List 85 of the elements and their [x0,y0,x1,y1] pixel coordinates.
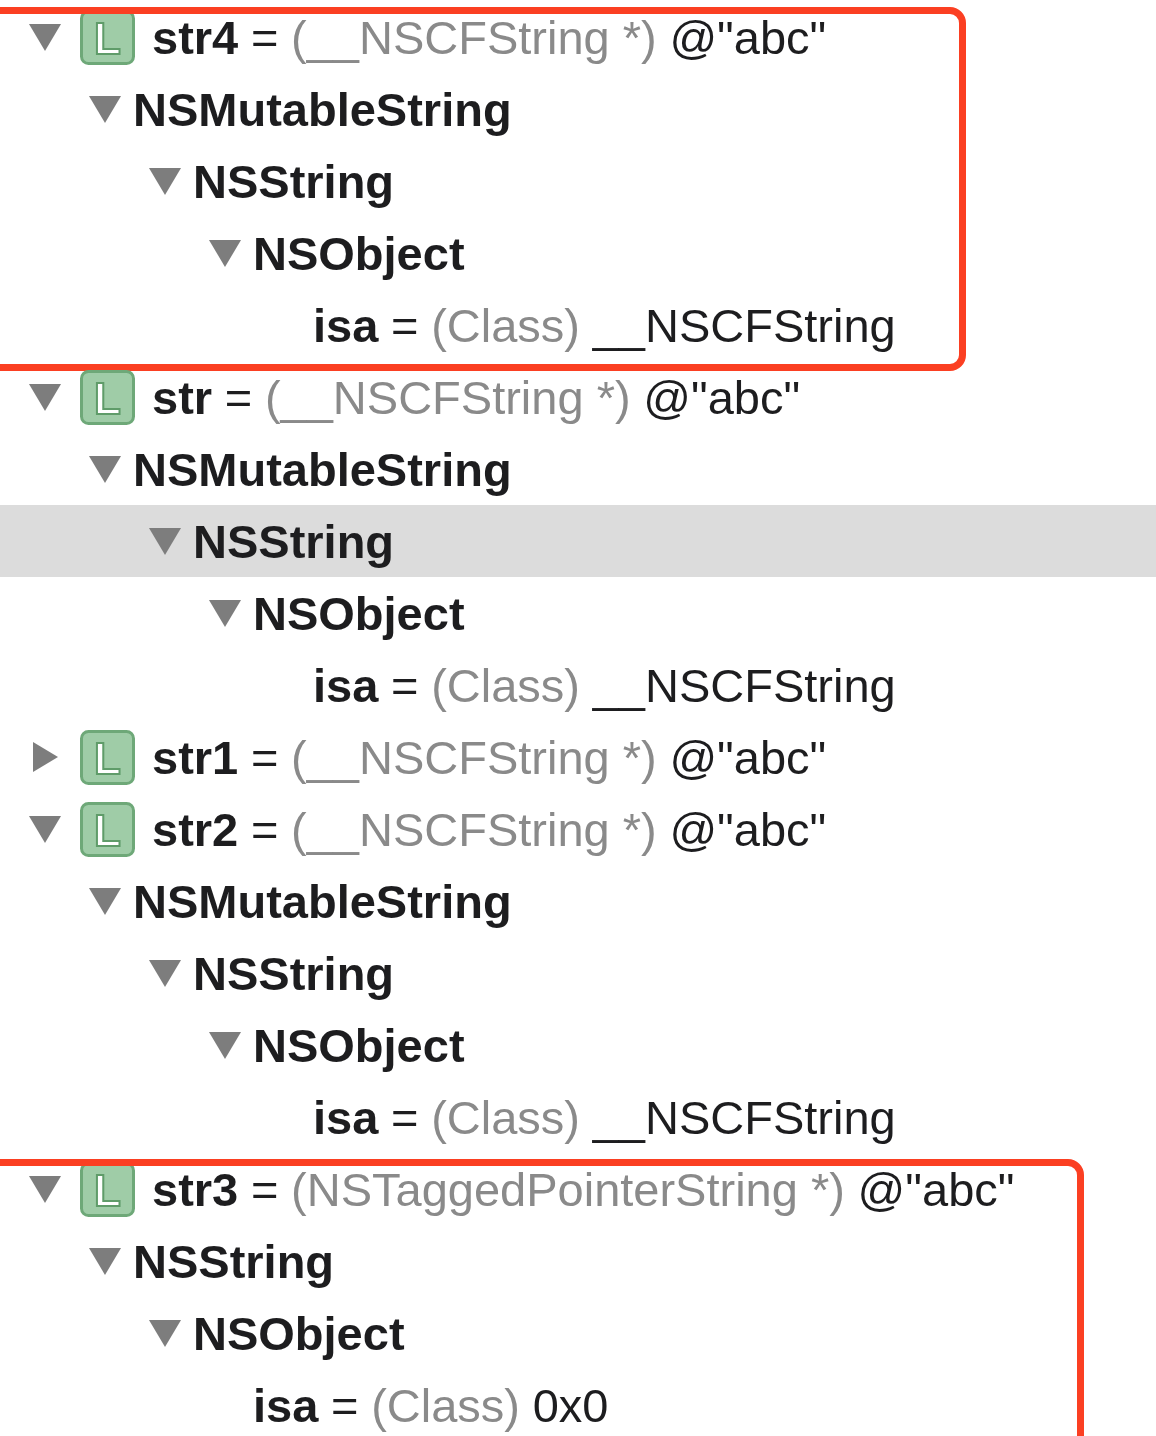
local-variable-icon: L [80,801,135,857]
tree-row[interactable]: NSString [0,145,896,217]
tree-row[interactable]: L str4 = (__NSCFString *) @"abc" [0,1,896,73]
type-label: (__NSCFString *) [291,9,657,65]
equals-sign: = [250,801,279,857]
class-name: NSMutableString [133,441,512,497]
tree-row[interactable]: NSString [0,1225,1015,1297]
value-text: __NSCFString [592,657,896,713]
tree-row[interactable]: isa = (Class) __NSCFString [0,649,1156,721]
value-text: @"abc" [643,369,801,425]
type-label: (Class) [431,297,580,353]
type-label: (__NSCFString *) [264,369,631,425]
expanded-triangle-icon[interactable] [28,382,62,412]
expanded-triangle-icon[interactable] [148,1318,182,1348]
class-name: NSString [193,513,395,569]
expanded-triangle-icon[interactable] [28,1174,62,1204]
tree-row[interactable]: isa = (Class) 0x0 [0,1369,1015,1436]
equals-sign: = [224,369,253,425]
tree-row[interactable]: NSMutableString [0,865,1156,937]
expanded-triangle-icon[interactable] [88,454,122,484]
equals-sign: = [250,1161,279,1217]
equals-sign: = [391,657,419,713]
class-name: NSString [193,945,395,1001]
local-variable-icon: L [80,369,135,425]
tree-row[interactable]: L str = (__NSCFString *) @"abc" [0,361,1156,433]
class-name: NSMutableString [133,81,512,137]
variable-name: str4 [152,9,239,65]
expanded-triangle-icon[interactable] [208,238,242,268]
variable-name: isa [313,657,379,713]
local-variable-icon: L [80,729,135,785]
equals-sign: = [391,1089,419,1145]
expanded-triangle-icon[interactable] [148,958,182,988]
tree-row[interactable]: L str1 = (__NSCFString *) @"abc" [0,721,1156,793]
expanded-triangle-icon[interactable] [28,814,62,844]
type-label: (Class) [371,1377,520,1433]
class-name: NSObject [253,585,465,641]
expanded-triangle-icon[interactable] [148,166,182,196]
tree-row[interactable]: NSMutableString [0,433,1156,505]
tree-row[interactable]: NSObject [0,577,1156,649]
type-label: (__NSCFString *) [291,801,657,857]
type-label: (Class) [431,657,580,713]
class-name: NSObject [193,1305,405,1361]
class-name: NSString [193,153,395,209]
variable-name: str3 [152,1161,239,1217]
variable-name: str [152,369,213,425]
variable-name: str2 [152,801,239,857]
equals-sign: = [250,9,279,65]
expanded-triangle-icon[interactable] [208,1030,242,1060]
value-text: @"abc" [857,1161,1015,1217]
equals-sign: = [250,729,279,785]
expanded-triangle-icon[interactable] [28,22,62,52]
value-text: __NSCFString [592,297,896,353]
class-name: NSMutableString [133,873,512,929]
tree-row[interactable]: L str2 = (__NSCFString *) @"abc" [0,793,1156,865]
value-text: @"abc" [669,801,827,857]
equals-sign: = [331,1377,359,1433]
expanded-triangle-icon[interactable] [208,598,242,628]
type-label: (NSTaggedPointerString *) [291,1161,845,1217]
variable-name: isa [253,1377,319,1433]
value-text: __NSCFString [592,1089,896,1145]
value-text: 0x0 [532,1377,609,1433]
type-label: (__NSCFString *) [291,729,657,785]
tree-row[interactable]: NSString [0,505,1156,577]
variable-name: isa [313,297,379,353]
equals-sign: = [391,297,419,353]
tree-row[interactable]: L str3 = (NSTaggedPointerString *) @"abc" [0,1153,1015,1225]
tree-row[interactable]: NSObject [0,217,896,289]
variable-name: str1 [152,729,239,785]
expanded-triangle-icon[interactable] [88,1246,122,1276]
expanded-triangle-icon[interactable] [148,526,182,556]
class-name: NSString [133,1233,335,1289]
tree-row[interactable]: NSMutableString [0,73,896,145]
expanded-triangle-icon[interactable] [88,886,122,916]
expanded-triangle-icon[interactable] [88,94,122,124]
variable-name: isa [313,1089,379,1145]
class-name: NSObject [253,225,465,281]
class-name: NSObject [253,1017,465,1073]
type-label: (Class) [431,1089,580,1145]
tree-row[interactable]: isa = (Class) __NSCFString [0,289,896,361]
value-text: @"abc" [669,729,827,785]
tree-row[interactable]: NSObject [0,1009,1156,1081]
tree-row[interactable]: isa = (Class) __NSCFString [0,1081,1156,1153]
tree-row[interactable]: NSString [0,937,1156,1009]
value-text: @"abc" [669,9,827,65]
tree-row[interactable]: NSObject [0,1297,1015,1369]
